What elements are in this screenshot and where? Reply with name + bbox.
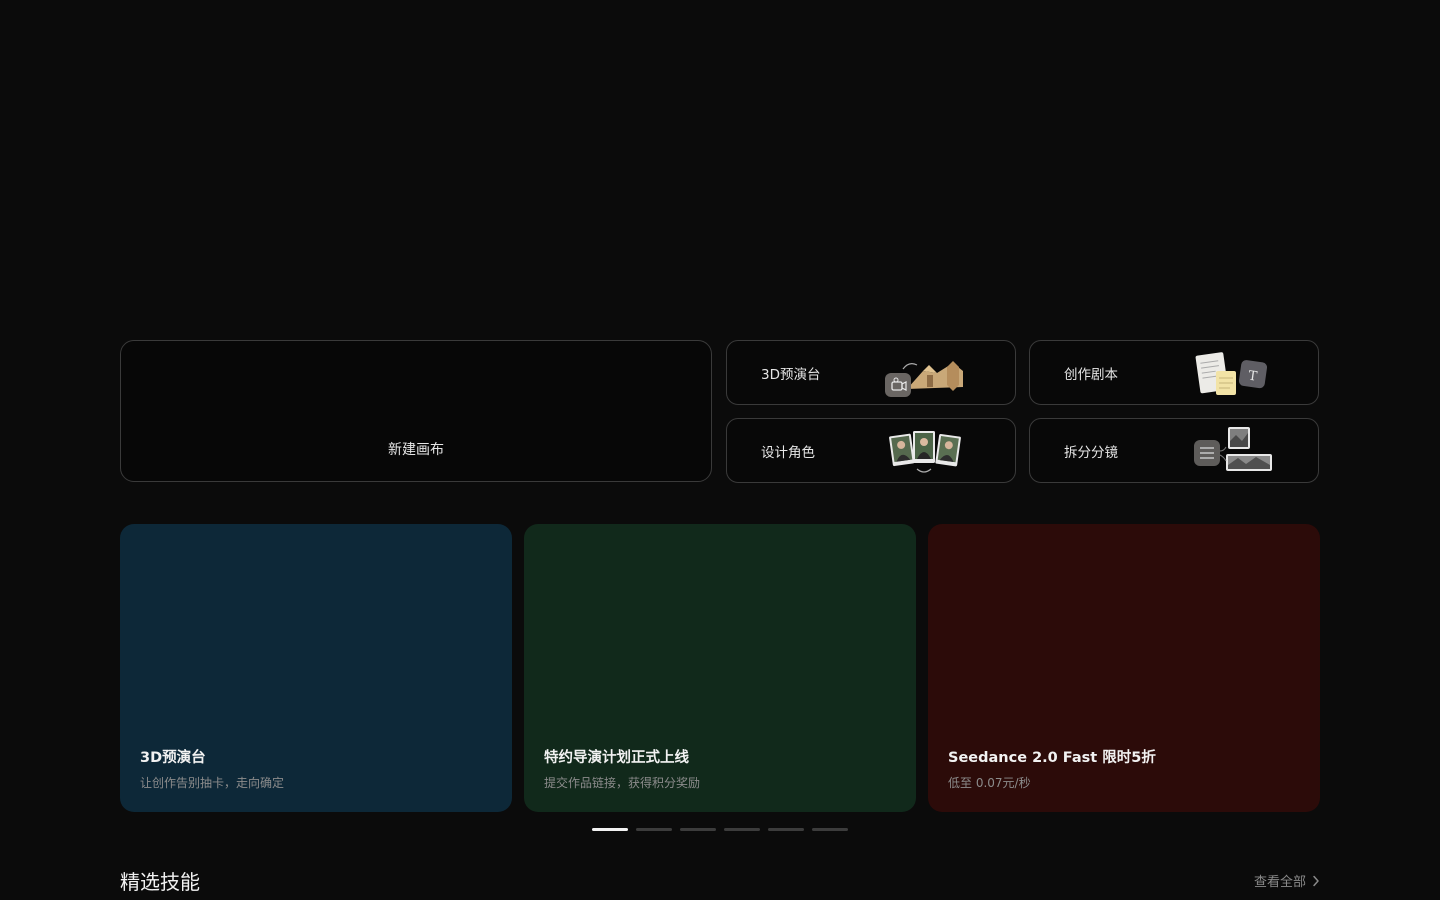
tool-card-label: 创作剧本 [1064,366,1118,383]
carousel-dot[interactable] [636,828,672,831]
view-all-label: 查看全部 [1253,875,1306,890]
banner-subtitle: 提交作品链接，获得积分奖励 [544,776,701,790]
home-page: 新建画布 3D预演台 创作剧本 T 设计角色 拆分分镜 3D预演台 让创作告别抽… [0,0,1440,900]
banner-title: 3D预演台 [140,750,206,766]
banner-subtitle: 低至 0.07元/秒 [948,776,1031,790]
tool-card-design-character[interactable]: 设计角色 [726,418,1016,483]
character-photos-thumbnail [889,431,961,473]
new-canvas-label: 新建画布 [388,442,444,458]
tool-card-3d-stage[interactable]: 3D预演台 [726,340,1016,405]
carousel-dot[interactable] [724,828,760,831]
tool-card-label: 拆分分镜 [1064,444,1118,461]
view-all-link[interactable]: 查看全部 [1254,871,1320,890]
carousel-dot[interactable] [812,828,848,831]
banner-title: Seedance 2.0 Fast 限时5折 [948,750,1156,766]
new-canvas-button[interactable]: 新建画布 [120,340,712,482]
3d-stage-thumbnail [885,361,963,397]
carousel-dot[interactable] [592,828,628,831]
carousel-dot[interactable] [768,828,804,831]
tool-card-label: 3D预演台 [761,366,821,383]
banner-seedance-promo[interactable]: Seedance 2.0 Fast 限时5折 低至 0.07元/秒 [928,524,1320,812]
banner-title: 特约导演计划正式上线 [544,750,689,766]
tool-card-create-script[interactable]: 创作剧本 T [1029,340,1319,405]
carousel-indicator [592,828,848,831]
script-documents-thumbnail: T [1195,352,1268,395]
banner-subtitle: 让创作告别抽卡，走向确定 [140,776,285,790]
banner-director-program[interactable]: 特约导演计划正式上线 提交作品链接，获得积分奖励 [524,524,916,812]
chevron-right-icon [1313,875,1319,886]
tool-card-label: 设计角色 [761,444,815,461]
banner-3d-stage[interactable]: 3D预演台 让创作告别抽卡，走向确定 [120,524,512,812]
storyboard-split-thumbnail [1194,427,1272,471]
tool-card-split-storyboard[interactable]: 拆分分镜 [1029,418,1319,483]
carousel-dot[interactable] [680,828,716,831]
featured-skills-title: 精选技能 [120,870,200,894]
